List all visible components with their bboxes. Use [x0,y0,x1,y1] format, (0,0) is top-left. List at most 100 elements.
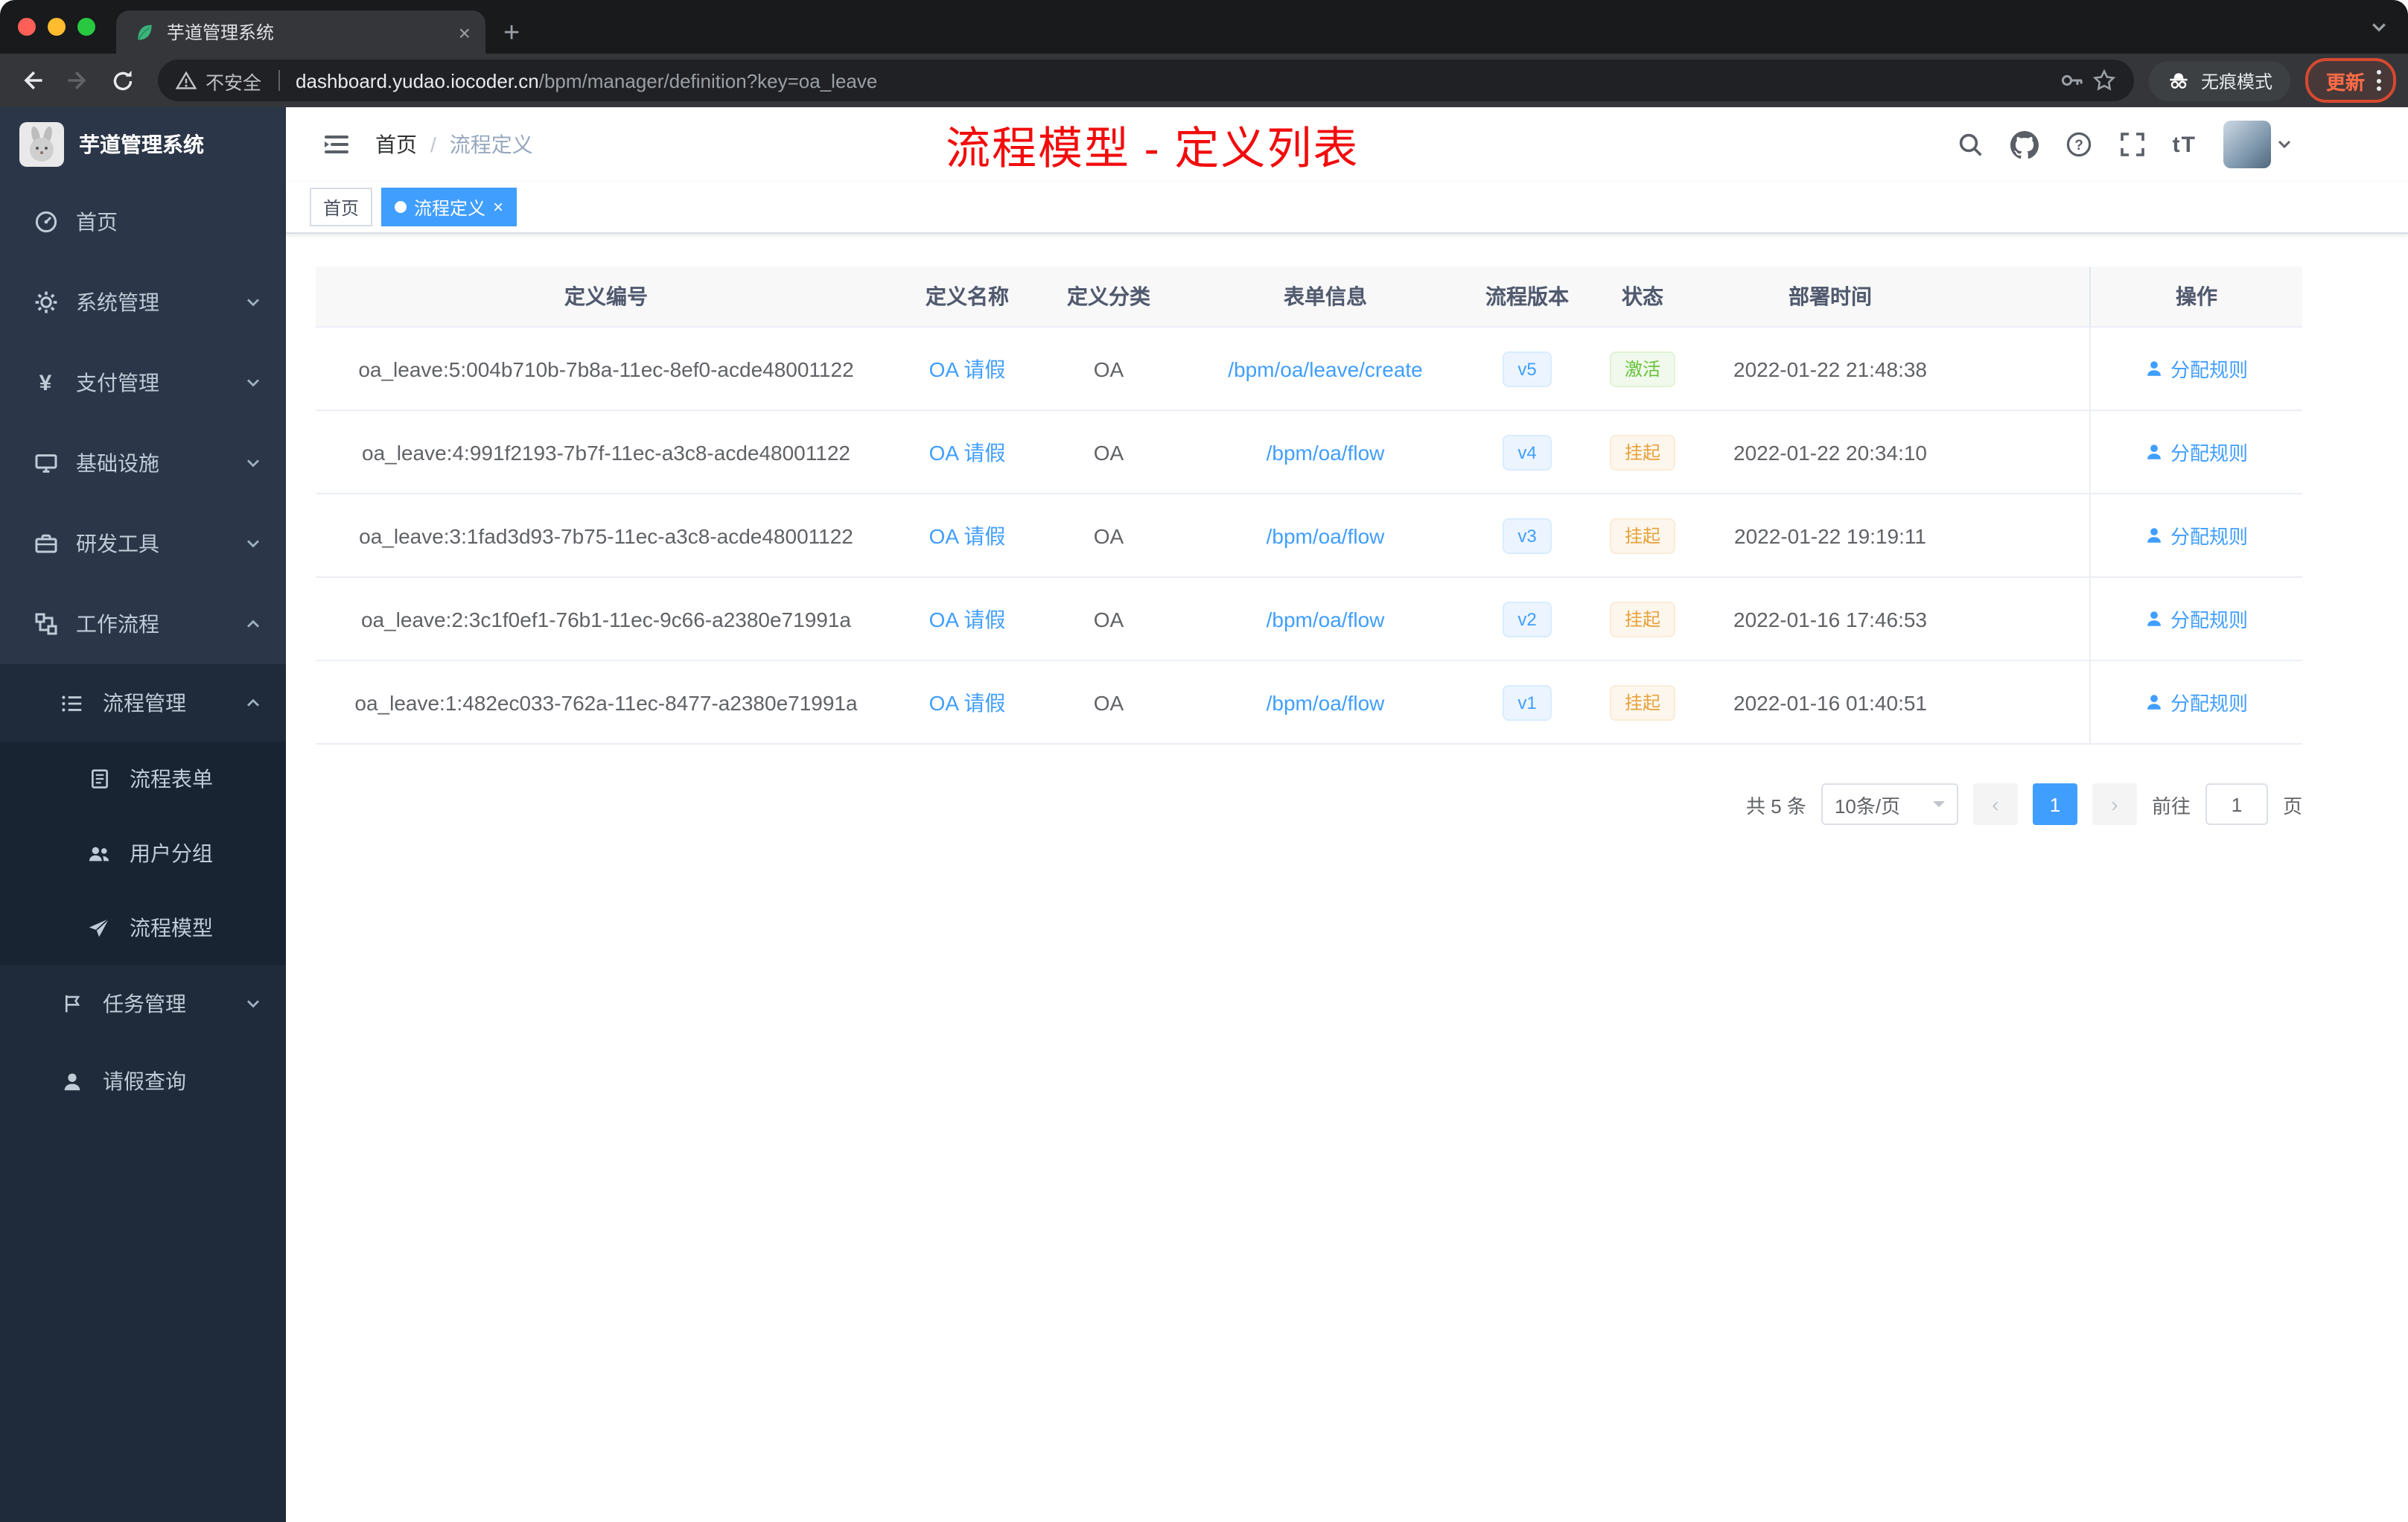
address-bar[interactable]: 不安全 dashboard.yudao.iocoder.cn/bpm/manag… [158,60,2134,101]
page-container: 定义编号 定义名称 定义分类 表单信息 流程版本 状态 部署时间 操作 oa_l… [286,234,2408,825]
definition-name-link[interactable]: OA 请假 [929,520,1006,550]
definition-name-link[interactable]: OA 请假 [929,604,1006,634]
tag-home[interactable]: 首页 [310,188,373,226]
avatar[interactable] [2223,121,2271,168]
chevron-down-icon [244,374,262,392]
definition-name-link[interactable]: OA 请假 [929,354,1006,383]
form-info-link[interactable]: /bpm/oa/flow [1267,690,1385,714]
active-dot-icon [395,201,407,213]
form-info-link[interactable]: /bpm/oa/flow [1267,607,1385,631]
pagination-total: 共 5 条 [1746,795,1806,817]
github-icon[interactable] [2010,130,2039,159]
sidebar-item-home[interactable]: 首页 [0,182,286,262]
user-icon [2148,528,2162,543]
tab-close-icon[interactable]: × [456,22,474,42]
annotation-title: 流程模型 - 定义列表 [946,125,1360,174]
deploy-time-cell: 2022-01-16 17:46:53 [1733,607,1927,631]
forward-button[interactable] [57,60,98,101]
table-row: oa_leave:1:482ec033-762a-11ec-8477-a2380… [316,661,2302,745]
browser-tab[interactable]: 芋道管理系统 × [116,10,485,54]
definition-name-link[interactable]: OA 请假 [929,437,1006,467]
pagination: 共 5 条 10条/页 ‹ 1 › 前往 页 [316,783,2302,825]
page-size-select[interactable]: 10条/页 [1821,783,1958,825]
update-browser-button[interactable]: 更新 [2305,58,2396,103]
deploy-time-cell: 2022-01-22 21:48:38 [1733,357,1927,380]
status-badge: 挂起 [1609,684,1675,720]
gear-icon [33,290,58,314]
help-question-icon[interactable]: ? [2065,131,2092,158]
sidebar-item-process-management[interactable]: 流程管理 [0,664,286,742]
user-menu[interactable] [2223,121,2292,168]
search-icon[interactable] [1957,131,1984,158]
sidebar-item-task-management[interactable]: 任务管理 [0,965,286,1042]
goto-page-input[interactable] [2205,783,2268,825]
assign-rule-link[interactable]: 分配规则 [2145,521,2248,550]
tags-view-bar: 首页 流程定义 × [286,182,2408,234]
sidebar-item-process-model[interactable]: 流程模型 [0,891,286,965]
app-logo-rabbit-avatar [19,122,64,167]
workflow-submenu: 流程管理 流程表单 用户分组 流程模型 任务管理 请假查询 [0,664,286,1120]
version-badge: v3 [1503,518,1552,553]
chevron-down-icon [244,535,262,553]
assign-rule-link[interactable]: 分配规则 [2145,605,2248,633]
process-management-submenu: 流程表单 用户分组 流程模型 [0,742,286,965]
sidebar-item-leave-query[interactable]: 请假查询 [0,1042,286,1120]
page-1-button[interactable]: 1 [2032,783,2077,825]
workflow-icon [33,612,58,636]
reload-button[interactable] [101,60,143,101]
sidebar-menu: 首页 系统管理 ¥ 支付管理 基础设施 研发工具 工作流程 流程管理 流程表单 … [0,182,286,1522]
breadcrumb-home[interactable]: 首页 [375,130,417,159]
omnibox-divider [278,70,280,91]
font-size-icon[interactable]: tT [2173,132,2197,157]
definition-name-link[interactable]: OA 请假 [929,687,1006,717]
form-info-link[interactable]: /bpm/oa/leave/create [1228,357,1423,380]
assign-rule-link[interactable]: 分配规则 [2145,688,2248,716]
table-row: oa_leave:3:1fad3d93-7b75-11ec-a3c8-acde4… [316,494,2302,578]
column-header-operation: 操作 [2089,267,2302,326]
zoom-window-button[interactable] [77,18,95,36]
toolbox-icon [33,532,58,555]
form-info-link[interactable]: /bpm/oa/flow [1267,523,1385,547]
sidebar-item-infrastructure[interactable]: 基础设施 [0,423,286,503]
tag-process-definition[interactable]: 流程定义 × [381,188,517,226]
new-tab-button[interactable]: + [503,19,520,48]
sidebar-item-devtools[interactable]: 研发工具 [0,503,286,584]
sidebar-item-process-form[interactable]: 流程表单 [0,742,286,816]
list-icon [60,692,85,714]
kebab-menu-icon[interactable] [2377,70,2381,91]
deploy-time-cell: 2022-01-22 20:34:10 [1733,440,1927,464]
hamburger-icon[interactable] [310,130,363,159]
tab-search-chevron-icon[interactable] [2371,19,2387,36]
fullscreen-icon[interactable] [2119,131,2146,158]
update-label: 更新 [2325,71,2365,93]
status-badge: 挂起 [1609,518,1675,553]
column-header-form: 表单信息 [1284,284,1367,308]
next-page-button[interactable]: › [2092,783,2137,825]
form-info-link[interactable]: /bpm/oa/flow [1267,440,1385,464]
close-window-button[interactable] [18,18,36,36]
minimize-window-button[interactable] [48,18,66,36]
column-header-deploy-time: 部署时间 [1789,284,1872,308]
back-button[interactable] [12,60,54,101]
sidebar-item-payment[interactable]: ¥ 支付管理 [0,343,286,423]
prev-page-button[interactable]: ‹ [1972,783,2018,825]
sidebar-item-user-group[interactable]: 用户分组 [0,816,286,891]
sidebar-item-system[interactable]: 系统管理 [0,262,286,343]
definition-category-cell: OA [1093,690,1124,714]
assign-rule-link[interactable]: 分配规则 [2145,438,2248,466]
browser-toolbar: 不安全 dashboard.yudao.iocoder.cn/bpm/manag… [0,54,2408,107]
assign-rule-link[interactable]: 分配规则 [2145,354,2248,383]
breadcrumb-separator: / [430,133,436,156]
passwords-key-icon[interactable] [2060,69,2083,92]
close-icon[interactable]: × [493,198,503,216]
security-label: 不安全 [206,72,262,93]
sidebar-item-workflow[interactable]: 工作流程 [0,584,286,664]
goto-label: 前往 [2151,795,2191,817]
app-title: 芋道管理系统 [79,133,204,156]
chevron-down-icon [244,454,262,472]
chevron-down-icon [244,293,262,311]
table-row: oa_leave:5:004b710b-7b8a-11ec-8ef0-acde4… [316,328,2302,411]
version-badge: v1 [1503,684,1552,720]
incognito-badge: 无痕模式 [2148,60,2290,101]
bookmark-star-icon[interactable] [2092,69,2116,92]
